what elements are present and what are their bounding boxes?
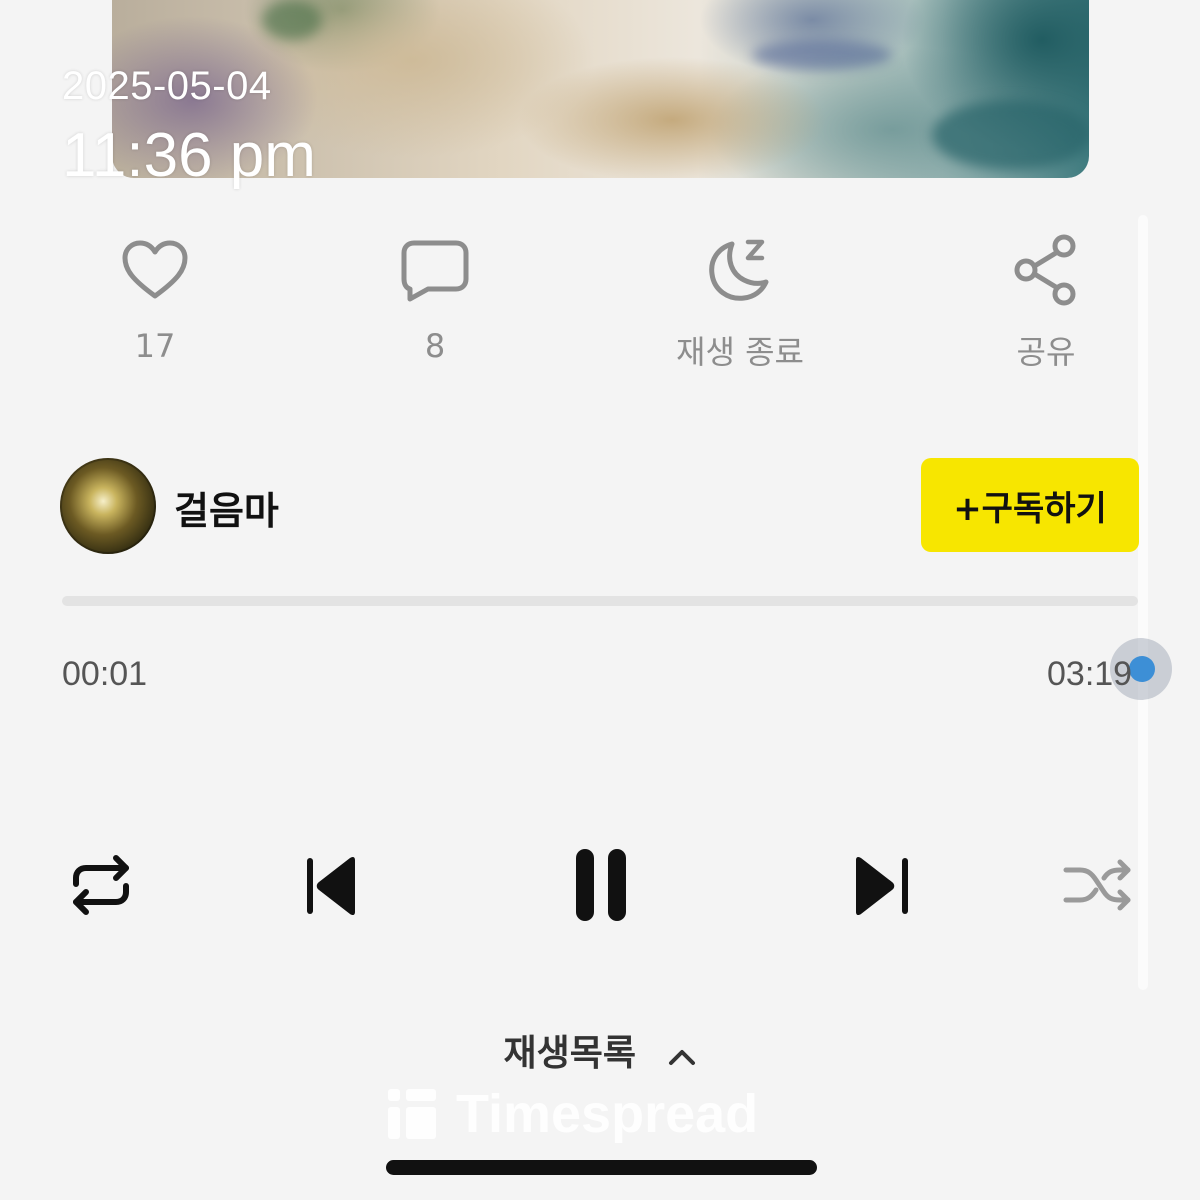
chevron-up-icon xyxy=(667,1035,697,1076)
sleep-timer-icon xyxy=(630,225,850,315)
channel-name[interactable]: 걸음마 xyxy=(174,480,279,535)
progress-knob[interactable] xyxy=(1129,656,1155,682)
previous-icon xyxy=(307,856,355,916)
repeat-icon xyxy=(73,855,129,915)
repeat-button[interactable] xyxy=(56,840,146,930)
previous-button[interactable] xyxy=(283,840,373,930)
sleep-timer-label: 재생 종료 xyxy=(676,333,804,371)
playlist-label: 재생목록 xyxy=(503,1033,636,1074)
pause-icon xyxy=(576,849,626,921)
action-bar: 17 8 재생 종료 공유 xyxy=(0,225,1200,385)
watermark: Timespread xyxy=(388,1084,818,1144)
subscribe-button[interactable]: +구독하기 xyxy=(921,458,1139,552)
like-button[interactable]: 17 xyxy=(45,225,265,365)
next-icon xyxy=(856,856,908,916)
channel-row: 걸음마 +구독하기 xyxy=(60,458,1160,554)
shuffle-button[interactable] xyxy=(1052,840,1142,930)
share-icon xyxy=(936,225,1156,315)
playlist-toggle[interactable]: 재생목록 xyxy=(0,1024,1200,1076)
sleep-timer-button[interactable]: 재생 종료 xyxy=(630,225,850,373)
playback-controls xyxy=(0,840,1200,930)
overlay-time: 11:36 pm xyxy=(62,121,316,190)
shuffle-icon xyxy=(1063,859,1131,911)
current-time: 00:01 xyxy=(62,655,148,693)
next-button[interactable] xyxy=(832,840,922,930)
like-count: 17 xyxy=(134,327,176,365)
pause-button[interactable] xyxy=(556,840,646,930)
watermark-text: Timespread xyxy=(456,1084,759,1144)
share-label: 공유 xyxy=(1016,333,1076,371)
comment-count: 8 xyxy=(424,327,446,365)
total-time: 03:19 xyxy=(1047,655,1133,693)
share-button[interactable]: 공유 xyxy=(936,225,1156,373)
heart-icon xyxy=(45,225,265,315)
comment-button[interactable]: 8 xyxy=(325,225,545,365)
progress-track[interactable] xyxy=(62,596,1138,606)
comment-icon xyxy=(325,225,545,315)
channel-avatar[interactable] xyxy=(60,458,156,554)
home-indicator[interactable] xyxy=(386,1160,817,1175)
overlay-date: 2025-05-04 xyxy=(62,64,272,108)
watermark-logo-icon xyxy=(388,1089,436,1139)
